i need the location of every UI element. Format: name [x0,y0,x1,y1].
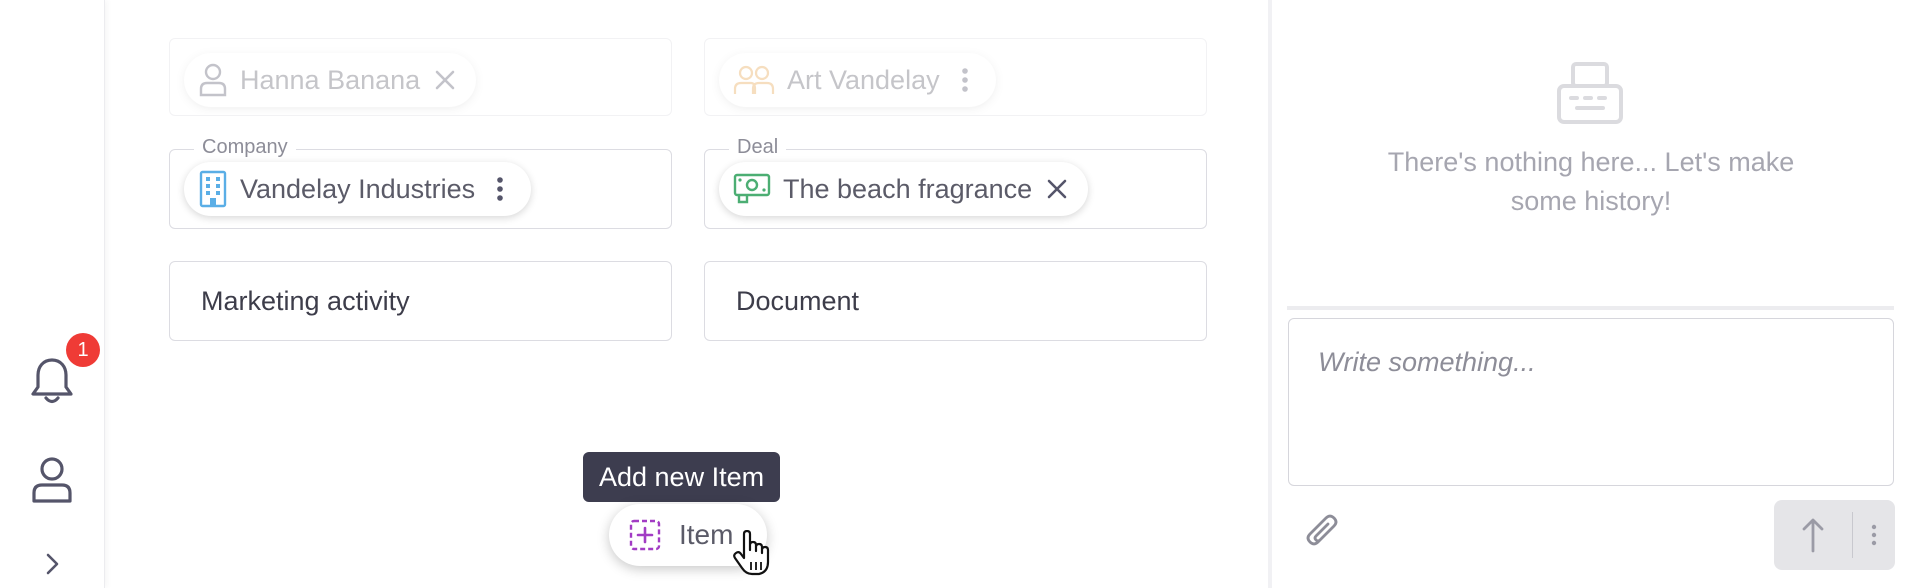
close-icon [1047,179,1067,199]
building-icon [199,170,227,208]
person-icon [199,63,227,97]
marketing-activity-field[interactable]: Marketing activity [169,261,672,341]
notification-badge: 1 [66,333,100,367]
deal-chip[interactable]: The beach fragrance [719,162,1089,216]
bell-icon [31,358,73,404]
send-button[interactable] [1774,500,1852,570]
left-rail: 1 [0,0,105,588]
activity-panel: There's nothing here... Let's make some … [1272,0,1910,588]
attach-button[interactable] [1302,514,1342,559]
empty-state-line-1: There's nothing here... Let's make [1387,147,1795,177]
team-field: Art Vandelay [704,38,1207,116]
add-item-label: Item [679,519,734,550]
company-chip[interactable]: Vandelay Industries [184,162,532,216]
person-chip[interactable]: Hanna Banana [184,53,477,107]
more-vertical-icon [1871,524,1877,546]
team-chip-label: Art Vandelay [787,64,940,95]
company-label: Company [194,136,296,159]
company-more-button[interactable] [487,176,513,202]
deal-chip-label: The beach fragrance [783,173,1033,204]
chevron-right-icon [46,553,59,575]
expand-sidebar-button[interactable] [28,540,76,588]
add-square-icon [629,519,661,551]
company-chip-label: Vandelay Industries [240,173,476,204]
hand-pointer-icon [733,530,770,576]
send-group [1774,500,1895,570]
company-field: Company Vandelay Industries [169,136,672,229]
empty-state-text: There's nothing here... Let's make some … [1272,143,1910,221]
remove-deal-button[interactable] [1044,176,1070,202]
deal-label: Deal [729,136,787,159]
empty-state-line-2: some history! [1510,186,1672,216]
panel-separator [1287,306,1894,310]
notifications-button[interactable] [28,357,76,405]
team-more-button[interactable] [952,67,978,93]
team-chip[interactable]: Art Vandelay [719,53,996,107]
more-vertical-icon [961,68,968,92]
paperclip-icon [1306,514,1338,546]
person-field: Hanna Banana [169,38,672,116]
arrow-up-icon [1802,518,1824,553]
money-icon [733,173,771,204]
remove-person-button[interactable] [432,67,458,93]
people-icon [733,65,775,94]
deal-field: Deal The beach fragrance [704,136,1207,229]
message-composer[interactable]: Write something... [1288,318,1894,486]
more-vertical-icon [497,177,503,201]
send-options-button[interactable] [1853,500,1895,570]
profile-button[interactable] [28,456,76,504]
user-icon [32,457,72,503]
typewriter-icon [1557,62,1623,124]
person-chip-label: Hanna Banana [240,64,421,95]
add-item-tooltip: Add new Item [583,452,781,502]
close-icon [435,70,455,90]
document-field[interactable]: Document [704,261,1207,341]
